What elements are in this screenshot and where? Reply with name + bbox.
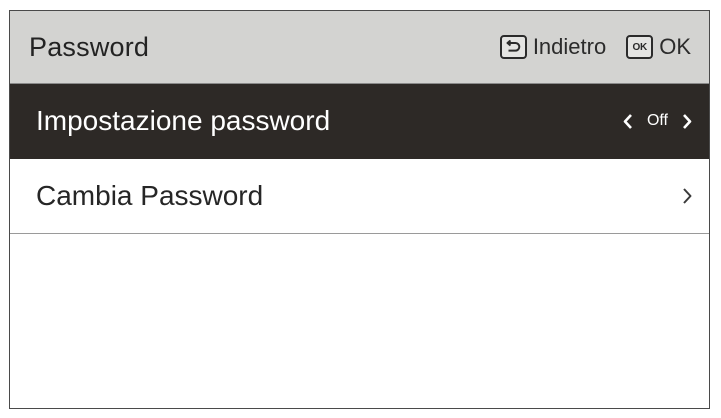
value-selector[interactable]: Off: [622, 112, 693, 130]
chevron-right-icon: [683, 188, 692, 204]
back-return-icon[interactable]: [499, 35, 527, 59]
chevron-left-icon[interactable]: [622, 113, 633, 130]
value-text: Off: [646, 112, 668, 129]
menu-item-label: Cambia Password: [36, 180, 264, 211]
menu-item-label: Impostazione password: [36, 105, 331, 136]
header-actions: Indietro OK OK: [499, 34, 691, 60]
ok-label[interactable]: OK: [659, 34, 691, 60]
header-bar: Password Indietro OK OK: [10, 11, 709, 84]
page-title: Password: [29, 31, 150, 62]
ok-key-icon[interactable]: OK: [626, 35, 654, 59]
chevron-right-icon[interactable]: [682, 113, 693, 130]
back-label[interactable]: Indietro: [533, 34, 606, 60]
menu-item-cambia-password[interactable]: Cambia Password: [10, 159, 709, 234]
menu-item-impostazione-password[interactable]: Impostazione password Off: [10, 84, 709, 159]
password-screen: Password Indietro OK OK Impostazione pas…: [9, 10, 710, 409]
ok-key-glyph: OK: [632, 41, 648, 53]
